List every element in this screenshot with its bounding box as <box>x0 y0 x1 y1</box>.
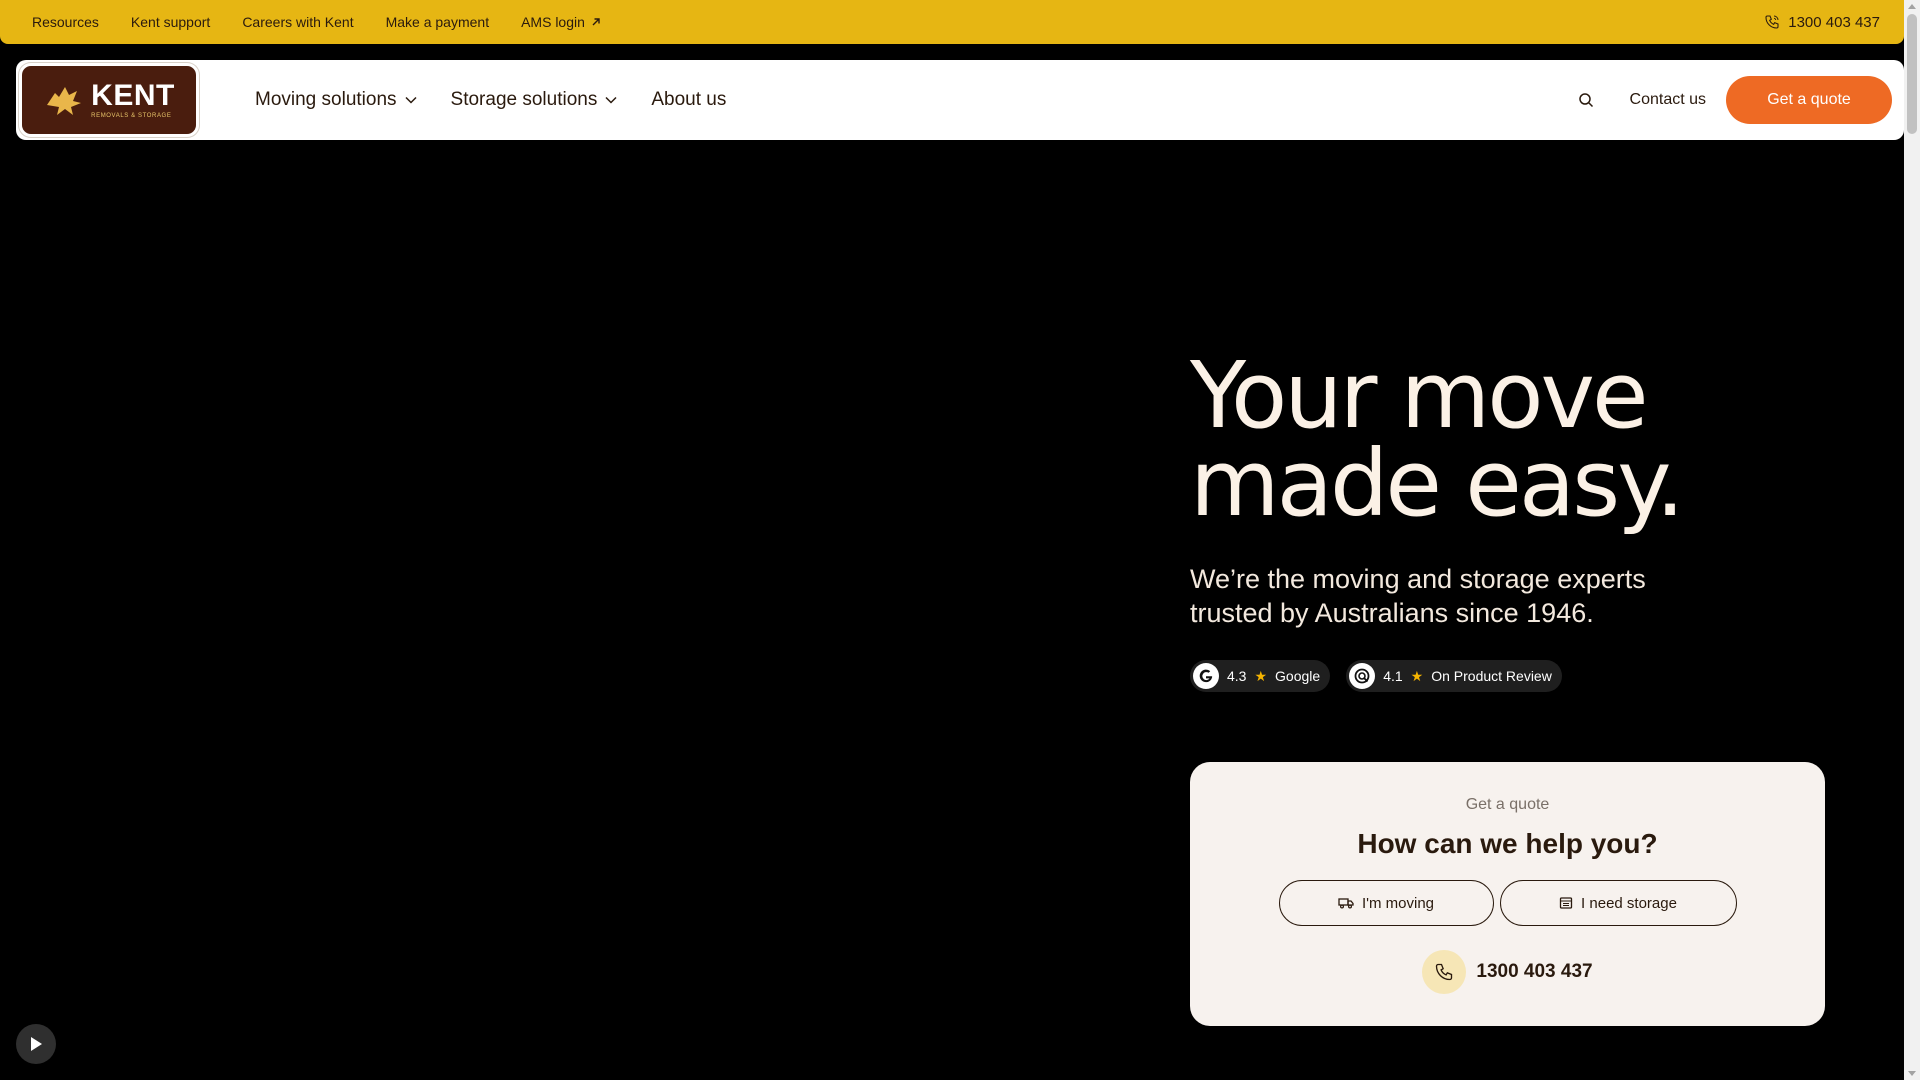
storage-icon <box>1559 897 1573 909</box>
hero: Your move made easy. We’re the moving an… <box>1190 350 1830 692</box>
im-moving-label: I'm moving <box>1361 894 1435 912</box>
resources-link[interactable]: Resources <box>32 14 99 30</box>
ams-login-label: AMS login <box>521 14 585 30</box>
make-payment-link[interactable]: Make a payment <box>386 14 490 30</box>
utility-phone-number: 1300 403 437 <box>1788 13 1880 31</box>
logo-tagline: REMOVALS & STORAGE <box>91 113 172 119</box>
google-icon <box>1193 663 1219 689</box>
quote-heading: How can we help you? <box>1357 828 1658 859</box>
kent-logo[interactable]: KENT REMOVALS & STORAGE <box>19 63 199 137</box>
utility-links: Resources Kent support Careers with Kent… <box>32 14 601 30</box>
product-review-rating[interactable]: 4.1 ★ On Product Review <box>1346 660 1562 692</box>
search-icon <box>1578 93 1593 108</box>
quote-phone-number: 1300 403 437 <box>1476 961 1593 982</box>
get-a-quote-button[interactable]: Get a quote <box>1726 76 1892 124</box>
ams-login-link[interactable]: AMS login <box>521 14 601 30</box>
logo-name: KENT <box>91 79 175 112</box>
chevron-down-icon <box>405 96 417 104</box>
nav-moving-solutions[interactable]: Moving solutions <box>255 89 417 111</box>
nav-about-us-label: About us <box>651 89 727 110</box>
logo-wordmark: KENT REMOVALS & STORAGE <box>91 79 175 120</box>
google-rating-source: Google <box>1275 668 1321 684</box>
phone-icon <box>1765 15 1779 29</box>
google-rating-score: 4.3 <box>1227 668 1247 684</box>
scroll-up-arrow-icon[interactable] <box>1908 4 1916 9</box>
chevron-down-icon <box>605 96 617 104</box>
griffin-icon <box>47 87 82 115</box>
contact-us-link[interactable]: Contact us <box>1630 91 1706 109</box>
quote-phone[interactable]: 1300 403 437 <box>1422 950 1593 994</box>
quote-card: Get a quote How can we help you? I'm mov… <box>1190 762 1825 1026</box>
hero-title: Your move made easy. <box>1190 350 1830 530</box>
nav-storage-solutions[interactable]: Storage solutions <box>451 89 618 111</box>
nav-storage-solutions-label: Storage solutions <box>450 89 598 110</box>
i-need-storage-label: I need storage <box>1581 894 1677 912</box>
star-icon: ★ <box>1254 667 1268 684</box>
careers-link[interactable]: Careers with Kent <box>242 14 353 30</box>
hero-title-line-2: made easy. <box>1190 430 1685 537</box>
truck-icon <box>1338 898 1354 909</box>
product-review-icon <box>1349 663 1376 689</box>
i-need-storage-button[interactable]: I need storage <box>1499 880 1737 926</box>
page-scrollbar[interactable] <box>1904 0 1920 1080</box>
primary-nav: Moving solutions Storage solutions About… <box>255 89 726 111</box>
product-review-score: 4.1 <box>1383 668 1403 684</box>
im-moving-button[interactable]: I'm moving <box>1278 880 1494 926</box>
utility-bar: Resources Kent support Careers with Kent… <box>0 0 1904 44</box>
product-review-source: On Product Review <box>1431 668 1552 684</box>
quote-options: I'm moving I need storage <box>1278 880 1737 926</box>
ratings: 4.3 ★ Google 4.1 ★ On Product Review <box>1190 660 1830 692</box>
utility-phone[interactable]: 1300 403 437 <box>1764 14 1880 31</box>
page: Resources Kent support Careers with Kent… <box>0 0 1920 1080</box>
nav-moving-solutions-label: Moving solutions <box>255 89 397 110</box>
google-rating[interactable]: 4.3 ★ Google <box>1190 660 1331 692</box>
nav-about-us[interactable]: About us <box>651 89 726 111</box>
search-button[interactable] <box>1568 82 1604 118</box>
nav-actions: Contact us Get a quote <box>1568 76 1892 124</box>
hero-subtitle: We’re the moving and storage experts tru… <box>1190 564 1646 628</box>
scroll-down-arrow-icon[interactable] <box>1908 1071 1916 1076</box>
main-nav: KENT REMOVALS & STORAGE Moving solutions… <box>16 60 1904 140</box>
scrollbar-thumb[interactable] <box>1907 14 1917 134</box>
quote-eyebrow: Get a quote <box>1465 796 1550 813</box>
video-play-button[interactable] <box>16 1024 56 1064</box>
star-icon: ★ <box>1410 667 1424 684</box>
kent-support-link[interactable]: Kent support <box>131 14 210 30</box>
phone-icon <box>1422 950 1467 994</box>
play-icon <box>31 1037 42 1051</box>
external-arrow-icon <box>592 18 600 26</box>
